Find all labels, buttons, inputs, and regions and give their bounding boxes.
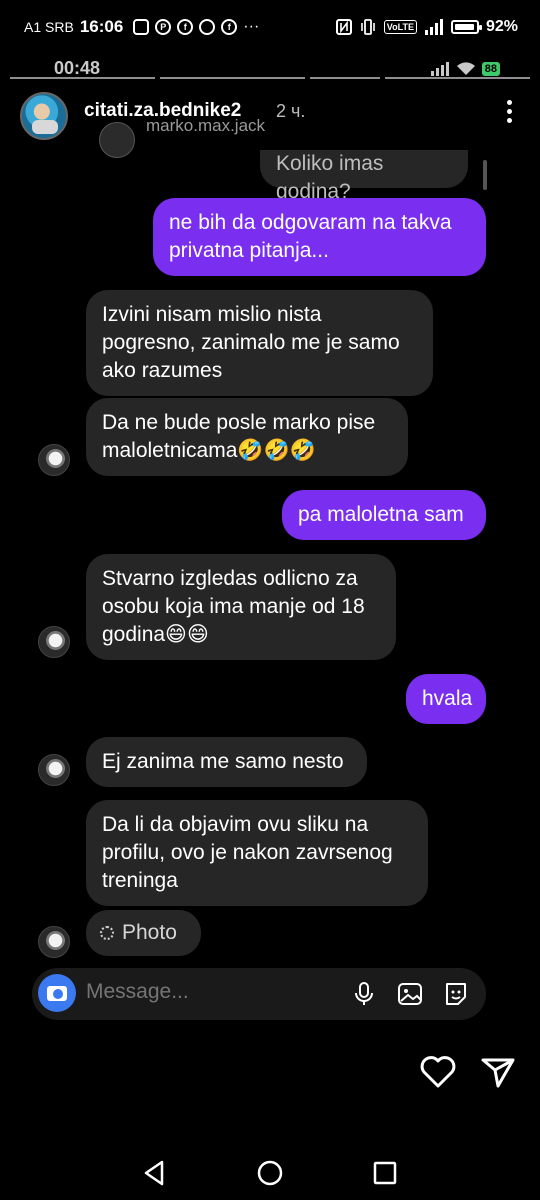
status-right: VoLTE 92% — [335, 18, 518, 36]
composer-actions — [350, 980, 470, 1008]
send-icon[interactable] — [478, 1052, 518, 1092]
message-text: hvala — [422, 687, 473, 710]
scrollbar[interactable] — [483, 160, 487, 190]
sticker-icon[interactable] — [442, 980, 470, 1008]
message-bubble-outgoing[interactable]: pa maloletna sam — [282, 490, 486, 540]
story-progress-segment — [10, 77, 155, 79]
facebook-icon: f — [177, 19, 194, 35]
volte-badge: VoLTE — [383, 20, 417, 34]
messenger-icon — [199, 19, 216, 35]
message-text: Da ne bude posle marko pise maloletnicam… — [102, 411, 376, 462]
instagram-icon — [133, 19, 150, 35]
message-input[interactable] — [86, 980, 326, 1004]
overflow-dots: ··· — [243, 18, 260, 35]
sender-avatar[interactable] — [38, 926, 70, 958]
sub-username: marko.max.jack — [146, 116, 266, 135]
heart-icon[interactable] — [418, 1052, 458, 1092]
signal-icon — [424, 19, 443, 35]
system-navigation-bar — [0, 1150, 540, 1194]
avatar[interactable] — [20, 92, 68, 140]
recorded-status-strip: 00:48 88 — [0, 58, 540, 84]
message-text: Ej zanima me samo nesto — [102, 750, 344, 773]
message-bubble-incoming[interactable]: Stvarno izgledas odlicno za osobu koja i… — [86, 554, 396, 660]
photo-icon — [100, 926, 114, 940]
sender-avatar[interactable] — [38, 626, 70, 658]
more-options-icon[interactable] — [504, 100, 514, 126]
pinterest-icon: P — [155, 19, 172, 35]
message-bubble-incoming[interactable]: Izvini nisam mislio nista pogresno, zani… — [86, 290, 433, 396]
message-bubble-incoming: Koliko imas godina? — [260, 150, 468, 203]
recorded-time: 00:48 — [54, 58, 101, 78]
facebook-icon-2: f — [221, 19, 238, 35]
message-bubble-incoming[interactable]: Ej zanima me samo nesto — [86, 737, 367, 787]
recorded-status-icons: 88 — [430, 62, 500, 76]
nfc-icon — [335, 19, 352, 35]
message-text: Koliko imas godina? — [276, 152, 384, 203]
story-progress-segment — [385, 77, 530, 79]
photo-message[interactable]: Photo — [86, 910, 201, 956]
sender-avatar[interactable] — [38, 754, 70, 786]
clock: 16:06 — [79, 17, 124, 36]
story-progress-segment — [310, 77, 380, 79]
sender-avatar[interactable] — [38, 444, 70, 476]
vibrate-icon — [360, 19, 375, 35]
story-header: citati.za.bednike2 2 ч. — [0, 92, 540, 148]
message-text: pa maloletna sam — [298, 503, 464, 526]
microphone-icon[interactable] — [350, 980, 378, 1008]
story-progress-segment — [160, 77, 305, 79]
message-bubble-incoming[interactable]: Da li da objavim ovu sliku na profilu, o… — [86, 800, 428, 906]
recorded-battery: 88 — [481, 62, 500, 76]
battery-percent: 92% — [485, 18, 518, 35]
camera-button[interactable] — [38, 974, 76, 1012]
message-text: Stvarno izgledas odlicno za osobu koja i… — [102, 567, 365, 646]
status-left: A1 SRB 16:06 P f f ··· — [24, 17, 259, 37]
message-text: Da li da objavim ovu sliku na profilu, o… — [102, 813, 393, 892]
wifi-icon — [456, 62, 475, 75]
carrier-label: A1 SRB — [24, 19, 74, 35]
message-bubble-incoming[interactable]: Da ne bude posle marko pise maloletnicam… — [86, 398, 408, 476]
message-bubble-outgoing[interactable]: hvala — [406, 674, 486, 724]
message-composer — [32, 968, 486, 1020]
battery-icon — [450, 20, 482, 34]
signal-icon — [430, 62, 449, 76]
time-ago: 2 ч. — [276, 101, 306, 121]
message-text: Izvini nisam mislio nista pogresno, zani… — [102, 303, 400, 382]
photo-label: Photo — [122, 921, 177, 944]
system-status-bar: A1 SRB 16:06 P f f ··· VoLTE 92% — [0, 0, 540, 54]
gallery-icon[interactable] — [396, 980, 424, 1008]
message-text: ne bih da odgovaram na takva privatna pi… — [169, 211, 452, 262]
message-bubble-outgoing[interactable]: ne bih da odgovaram na takva privatna pi… — [153, 198, 486, 276]
recents-icon[interactable] — [370, 1158, 400, 1188]
back-icon[interactable] — [140, 1158, 170, 1188]
sub-avatar — [99, 122, 135, 158]
home-icon[interactable] — [255, 1158, 285, 1188]
